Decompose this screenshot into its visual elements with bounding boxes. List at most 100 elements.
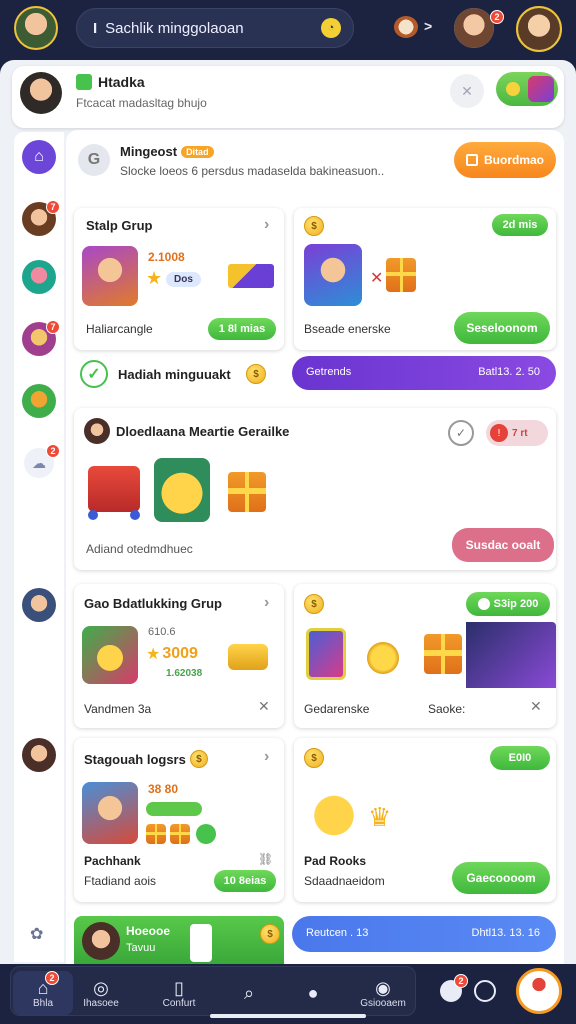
accept-thumb (528, 76, 554, 102)
chevron-right-icon[interactable]: › (264, 748, 269, 766)
settings-icon: ◉ (375, 977, 391, 998)
sidebar-badge-3: 7 (46, 320, 60, 334)
gift-box-icon (424, 634, 462, 674)
nav-settings-label: Gsiooaem (360, 997, 406, 1009)
bonus-button[interactable]: Seseloonom (454, 312, 550, 344)
weekly-reward-row[interactable]: ✓ Hadiah minguuakt $ (78, 358, 288, 392)
search-icon: ⌕ (243, 983, 255, 1003)
nav-item-home[interactable]: ⌂ Bhla (13, 971, 73, 1015)
notification-card[interactable]: Htadka Ftcacat madasltag bhujo ✕ (12, 66, 564, 128)
sidebar-item-4[interactable] (22, 384, 56, 418)
friend-avatar[interactable] (454, 8, 494, 48)
bottom-green-title: Hoeooe (126, 924, 171, 938)
logsrs-button[interactable]: 10 8eias (214, 870, 276, 892)
chevron-right-icon[interactable]: › (264, 216, 269, 234)
rooks-pill[interactable]: E0I0 (490, 746, 550, 770)
promo-button-label: Buordmao (484, 153, 544, 167)
bottle-icon (190, 924, 212, 962)
sidebar-home-icon[interactable]: ⌂ (22, 140, 56, 174)
daily-red-pill-label: 7 rt (512, 427, 528, 439)
search-bar[interactable]: I Sachlik minggolaoan ◔ (76, 8, 354, 48)
mic-icon[interactable]: ◔ (321, 18, 341, 38)
shaking-group-card[interactable]: Gao Bdatlukking Grup › 610.6 ★ 3009 1.62… (74, 584, 284, 728)
treasure-image (466, 622, 556, 688)
profile-avatar[interactable] (516, 6, 562, 52)
shop-price: 2.1008 (148, 250, 185, 264)
shop-group-card[interactable]: Stalp Grup › 2.1008 ★ Dos Haliarcangle 1… (74, 208, 284, 350)
logsrs-amount: 38 80 (148, 782, 179, 796)
logsrs-title: Stagouah logsrs (84, 751, 186, 767)
bonus-card[interactable]: $ 2d mis ✕ Bseade enerske Seseloonom (294, 208, 556, 350)
shaking-small: 610.6 (148, 626, 176, 638)
check-icon: ✓ (80, 360, 108, 388)
purple-left: Getrends (306, 366, 352, 378)
close-icon[interactable]: ✕ (258, 698, 270, 715)
bottom-blue-left: Reutcen . 13 (306, 927, 369, 939)
timer-icon[interactable]: ✓ (448, 420, 474, 446)
weekly-coin-icon: $ (246, 364, 266, 384)
logsrs-thumb (82, 782, 138, 844)
promo-subtitle: Slocke loeos 6 persdus madaselda bakinea… (120, 164, 385, 178)
nav-item-chat[interactable]: ● (283, 971, 343, 1015)
gift-box-icon (228, 472, 266, 512)
promo-banner[interactable]: G Mingeost Ditad Slocke loeos 6 persdus … (76, 138, 558, 184)
cart-wheels (88, 510, 140, 520)
purple-right: Batl13. 2. 50 (478, 366, 540, 378)
logsrs-card[interactable]: Stagouah logsrs $ › 38 80 Pachhank Ftadi… (74, 738, 284, 902)
next-arrow[interactable]: > (424, 18, 432, 34)
badge-icon (477, 598, 490, 610)
nav-item-content[interactable]: ▯ Confurt (149, 971, 209, 1015)
daily-red-pill[interactable]: ! 7 rt (486, 420, 548, 446)
nav-home-badge: 2 (45, 971, 59, 985)
wheel-right (130, 510, 140, 520)
bottom-green-card[interactable]: Hoeooe Tavuu $ (74, 916, 284, 964)
sidebar-item-7[interactable] (22, 738, 56, 772)
rooks-button[interactable]: Gaecoooom (452, 862, 550, 894)
treasure-badge-label: S3ip 200 (493, 598, 539, 610)
bonus-pill[interactable]: 2d mis (492, 214, 548, 236)
notification-tag-icon (76, 74, 92, 90)
user-avatar[interactable] (14, 6, 58, 50)
nav-home-label: Bhla (32, 997, 53, 1009)
daily-card[interactable]: Dloedlaana Meartie Gerailke ✓ ! 7 rt Adi… (74, 408, 556, 570)
chest-icon-1 (146, 824, 166, 844)
profile-fab[interactable] (516, 968, 562, 1014)
mute-icon[interactable]: ✕ (450, 74, 484, 108)
sidebar-settings-icon[interactable]: ✿ (30, 924, 43, 944)
book-icon: ▯ (174, 977, 184, 998)
sidebar-item-6[interactable] (22, 588, 56, 622)
treasure-card[interactable]: $ S3ip 200 Gedarenske Saoke: ✕ (294, 584, 556, 728)
coin-icon: $ (304, 748, 324, 768)
chevron-right-icon[interactable]: › (264, 594, 269, 612)
coin-icon: $ (304, 216, 324, 236)
coin-pile-icon (364, 640, 402, 676)
bottom-blue-bar[interactable]: Reutcen . 13 Dhtl13. 13. 16 (292, 916, 556, 952)
star-icon: ★ (146, 646, 161, 663)
shaking-label: Vandmen 3a (84, 702, 152, 716)
compass-icon: ◎ (93, 977, 109, 998)
nav-item-explore[interactable]: ◎ Ihasoee (71, 971, 131, 1015)
close-icon[interactable]: ✕ (530, 698, 542, 715)
recycle-icon (196, 824, 216, 844)
purple-progress-bar[interactable]: Getrends Batl13. 2. 50 (292, 356, 556, 390)
accept-button[interactable] (496, 72, 558, 106)
notification-subtitle: Ftcacat madasltag bhujo (76, 96, 207, 110)
shop-button[interactable]: 1 8l mias (208, 318, 276, 340)
daily-button[interactable]: Susdac ooalt (452, 528, 554, 562)
nav-item-search[interactable]: ⌕ (219, 971, 279, 1015)
rooks-card[interactable]: $ E0I0 ♛ Pad Rooks Sdaadnaeidom Gaecoooo… (294, 738, 556, 902)
promo-button[interactable]: Buordmao (454, 142, 556, 178)
search-text: Sachlik minggolaoan (105, 19, 244, 37)
logsrs-label-1: Pachhank (84, 854, 141, 868)
promo-tag: Ditad (181, 145, 214, 158)
treasure-badge[interactable]: S3ip 200 (466, 592, 550, 616)
mascot-icon[interactable] (394, 16, 418, 38)
bonus-thumb (304, 244, 362, 306)
link-icon[interactable]: ⛓ (258, 852, 273, 866)
nav-item-settings[interactable]: ◉ Gsiooaem (353, 971, 413, 1015)
daily-label: Adiand otedmdhuec (86, 542, 193, 556)
sword-icon: ✕ (370, 270, 384, 287)
shop-label: Haliarcangle (86, 322, 153, 336)
clock-icon[interactable] (474, 980, 496, 1002)
sidebar-item-2[interactable] (22, 260, 56, 294)
